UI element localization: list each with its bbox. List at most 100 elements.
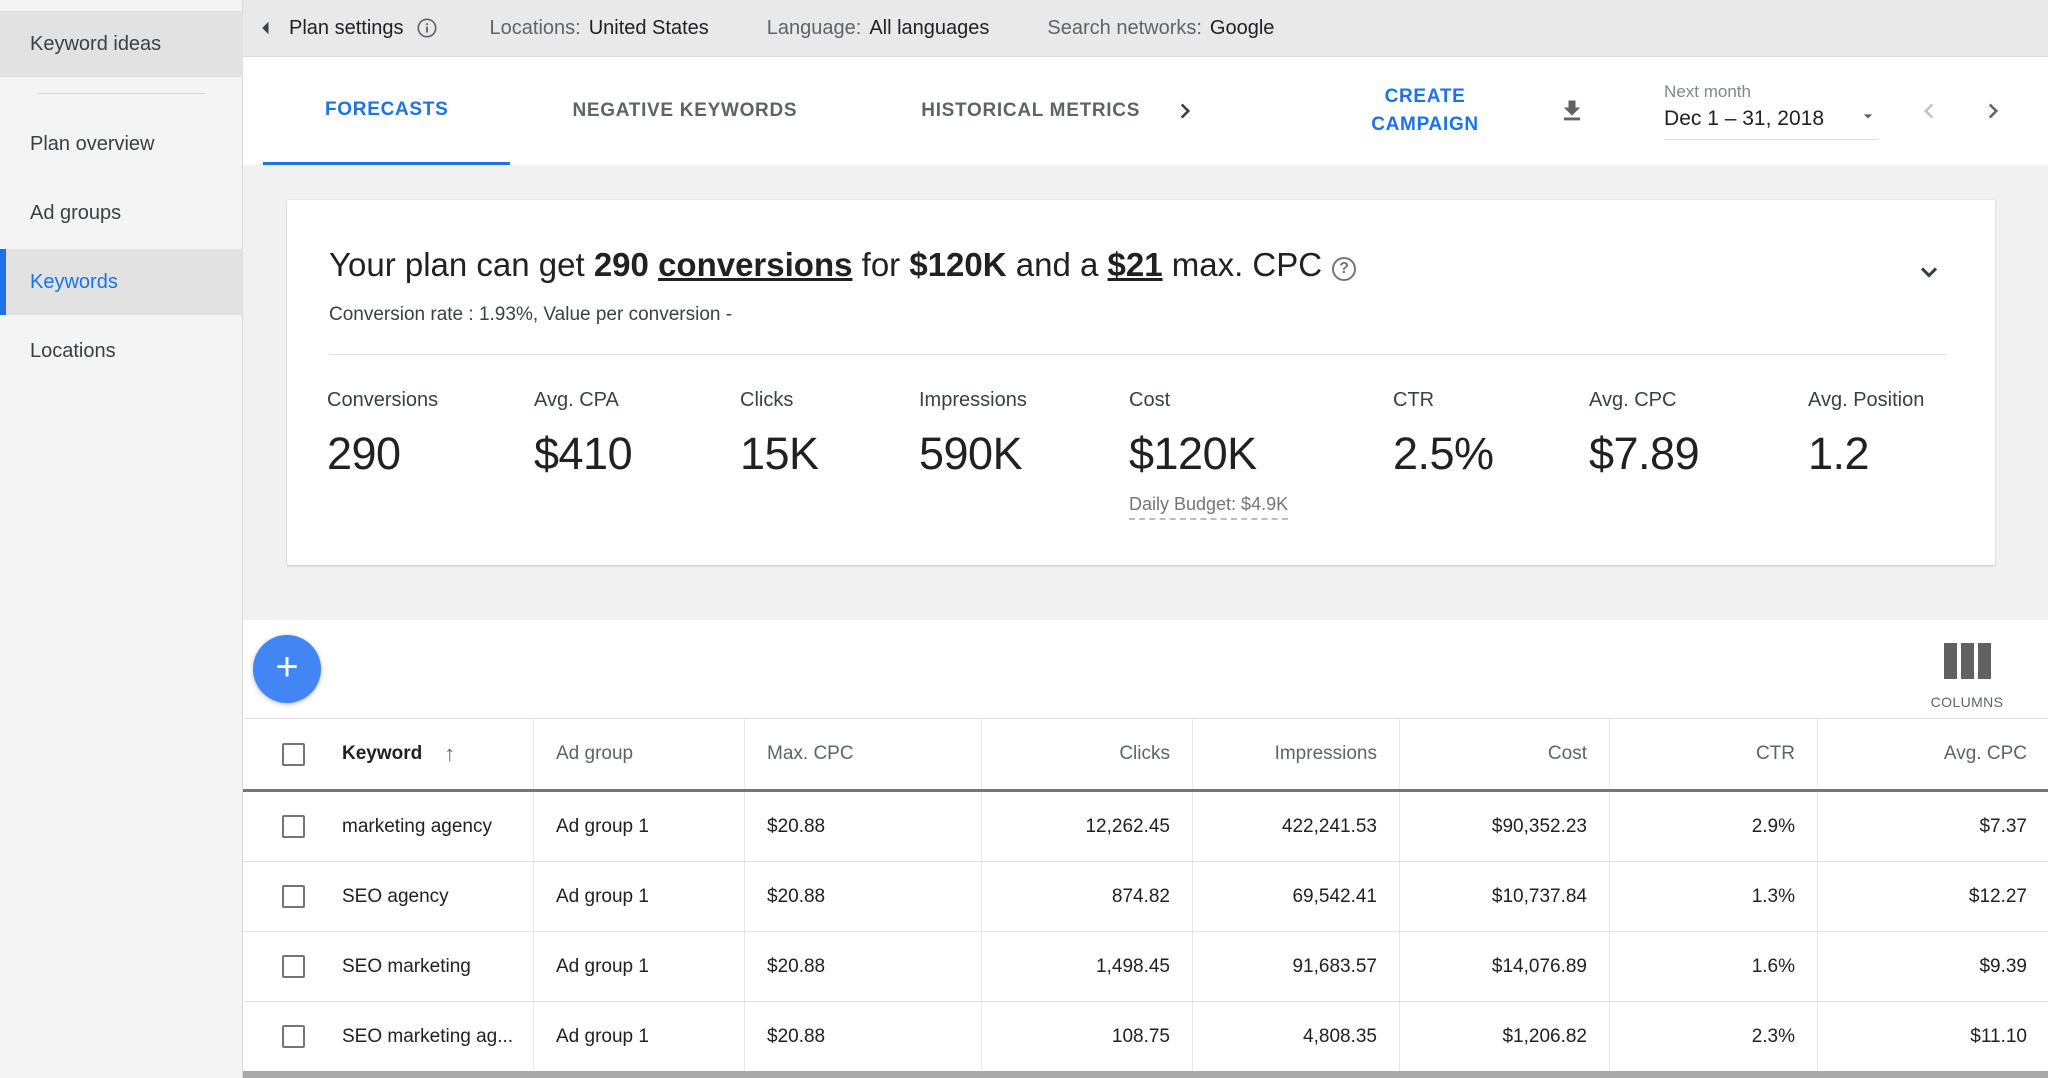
- metric-value: $410: [534, 428, 740, 480]
- row-checkbox[interactable]: [282, 885, 305, 908]
- download-icon[interactable]: [1558, 97, 1586, 125]
- caret-down-icon: [1858, 106, 1878, 131]
- table-row: marketing agencyAd group 1$20.8812,262.4…: [243, 792, 2048, 862]
- select-all-checkbox[interactable]: [282, 743, 305, 766]
- previous-period-chevron-icon[interactable]: [1916, 98, 1942, 124]
- cell-text: $7.37: [1979, 816, 2027, 838]
- help-icon[interactable]: ?: [1332, 257, 1356, 281]
- header-avg-cpc[interactable]: Avg. CPC: [1818, 719, 2048, 789]
- sidebar: Keyword ideas Plan overview Ad groups Ke…: [0, 0, 243, 1078]
- metric-impressions: Impressions 590K: [919, 389, 1129, 520]
- cell-ctr: 2.3%: [1610, 1002, 1818, 1071]
- plan-settings-bar: Plan settings Locations: United States L…: [243, 0, 2048, 57]
- metric-label: Avg. CPA: [534, 389, 740, 412]
- tab-historical-metrics[interactable]: HISTORICAL METRICS: [859, 57, 1202, 165]
- collapse-chevron-icon[interactable]: [1915, 258, 1943, 286]
- metric-avg-cpc: Avg. CPC $7.89: [1589, 389, 1808, 520]
- sidebar-item-locations[interactable]: Locations: [0, 318, 243, 384]
- header-keyword[interactable]: Keyword ↑: [243, 719, 534, 789]
- header-ctr[interactable]: CTR: [1610, 719, 1818, 789]
- cell-keyword[interactable]: SEO agency: [243, 862, 534, 931]
- metric-cost: Cost $120K Daily Budget: $4.9K: [1129, 389, 1393, 520]
- add-keyword-button[interactable]: +: [253, 635, 321, 703]
- cell-text: $20.88: [767, 886, 825, 908]
- daily-budget-note[interactable]: Daily Budget: $4.9K: [1129, 494, 1288, 520]
- cell-text: SEO agency: [342, 886, 449, 908]
- forecast-summary-card: Your plan can get 290 conversions for $1…: [287, 200, 1995, 565]
- language-filter[interactable]: Language: All languages: [767, 17, 990, 40]
- sidebar-item-ad-groups[interactable]: Ad groups: [0, 180, 243, 246]
- cell-impressions: 4,808.35: [1193, 1002, 1400, 1071]
- horizontal-scrollbar[interactable]: [243, 1071, 2048, 1078]
- plan-settings-title[interactable]: Plan settings: [289, 17, 404, 40]
- tab-label: FORECASTS: [325, 99, 448, 121]
- header-clicks[interactable]: Clicks: [982, 719, 1193, 789]
- metric-value: 1.2: [1808, 428, 2008, 480]
- metric-value: $120K: [1129, 428, 1393, 480]
- headline-text: Your plan can get: [329, 246, 594, 283]
- table-header-row: Keyword ↑ Ad group Max. CPC Clicks Impre…: [243, 718, 2048, 792]
- sidebar-item-label: Ad groups: [30, 202, 121, 225]
- cell-keyword[interactable]: marketing agency: [243, 792, 534, 861]
- sort-ascending-icon[interactable]: ↑: [444, 741, 455, 767]
- cell-text: $14,076.89: [1492, 956, 1587, 978]
- cell-text: SEO marketing: [342, 956, 471, 978]
- header-ad-group[interactable]: Ad group: [534, 719, 745, 789]
- language-value: All languages: [869, 17, 989, 40]
- cell-text: $12.27: [1969, 886, 2027, 908]
- language-label: Language:: [767, 17, 862, 40]
- metric-label: Conversions: [327, 389, 534, 412]
- cell-text: marketing agency: [342, 816, 492, 838]
- cell-keyword[interactable]: SEO marketing: [243, 932, 534, 1001]
- metric-avg-cpa: Avg. CPA $410: [534, 389, 740, 520]
- cell-ad-group: Ad group 1: [534, 792, 745, 861]
- metric-label: Avg. Position: [1808, 389, 2008, 412]
- cell-text: 422,241.53: [1282, 816, 1377, 838]
- cell-text: $11.10: [1970, 1026, 2027, 1048]
- tab-forecasts[interactable]: FORECASTS: [263, 57, 510, 165]
- cell-avg-cpc: $11.10: [1818, 1002, 2048, 1071]
- cell-impressions: 69,542.41: [1193, 862, 1400, 931]
- row-checkbox[interactable]: [282, 1025, 305, 1048]
- row-checkbox[interactable]: [282, 815, 305, 838]
- metric-label: Cost: [1129, 389, 1393, 412]
- tabs-overflow-chevron-icon[interactable]: [1172, 57, 1198, 165]
- header-cost[interactable]: Cost: [1400, 719, 1610, 789]
- cell-text: $20.88: [767, 1026, 825, 1048]
- header-impressions[interactable]: Impressions: [1193, 719, 1400, 789]
- date-range-selector[interactable]: Dec 1 – 31, 2018: [1664, 106, 1878, 140]
- tab-negative-keywords[interactable]: NEGATIVE KEYWORDS: [510, 57, 859, 165]
- back-arrow-icon[interactable]: [243, 13, 289, 43]
- column-label: Cost: [1548, 743, 1587, 765]
- sidebar-item-plan-overview[interactable]: Plan overview: [0, 111, 243, 177]
- metric-avg-position: Avg. Position 1.2: [1808, 389, 2008, 520]
- summary-headline: Your plan can get 290 conversions for $1…: [329, 246, 1947, 284]
- header-max-cpc[interactable]: Max. CPC: [745, 719, 982, 789]
- info-icon[interactable]: [416, 17, 438, 39]
- cell-text: 69,542.41: [1292, 886, 1377, 908]
- metric-ctr: CTR 2.5%: [1393, 389, 1589, 520]
- cell-text: Ad group 1: [556, 816, 649, 838]
- cell-ctr: 2.9%: [1610, 792, 1818, 861]
- headline-conversions-word[interactable]: conversions: [658, 246, 852, 283]
- cell-max-cpc: $20.88: [745, 792, 982, 861]
- locations-filter[interactable]: Locations: United States: [490, 17, 709, 40]
- cell-ctr: 1.3%: [1610, 862, 1818, 931]
- cell-text: $20.88: [767, 816, 825, 838]
- cell-text: $1,206.82: [1502, 1026, 1587, 1048]
- cell-cost: $1,206.82: [1400, 1002, 1610, 1071]
- row-checkbox[interactable]: [282, 955, 305, 978]
- cell-cost: $90,352.23: [1400, 792, 1610, 861]
- headline-max-cpc[interactable]: $21: [1108, 246, 1163, 283]
- sidebar-item-keywords[interactable]: Keywords: [0, 249, 243, 315]
- search-networks-filter[interactable]: Search networks: Google: [1047, 17, 1274, 40]
- cell-impressions: 91,683.57: [1193, 932, 1400, 1001]
- column-label: Avg. CPC: [1944, 743, 2027, 765]
- next-period-chevron-icon[interactable]: [1980, 98, 2006, 124]
- sidebar-item-label: Plan overview: [30, 133, 155, 156]
- table-row: SEO agencyAd group 1$20.88874.8269,542.4…: [243, 862, 2048, 932]
- create-campaign-button[interactable]: CREATE CAMPAIGN: [1340, 83, 1510, 140]
- sidebar-item-keyword-ideas[interactable]: Keyword ideas: [0, 11, 243, 77]
- columns-button[interactable]: COLUMNS: [1922, 643, 2012, 710]
- cell-keyword[interactable]: SEO marketing ag...: [243, 1002, 534, 1071]
